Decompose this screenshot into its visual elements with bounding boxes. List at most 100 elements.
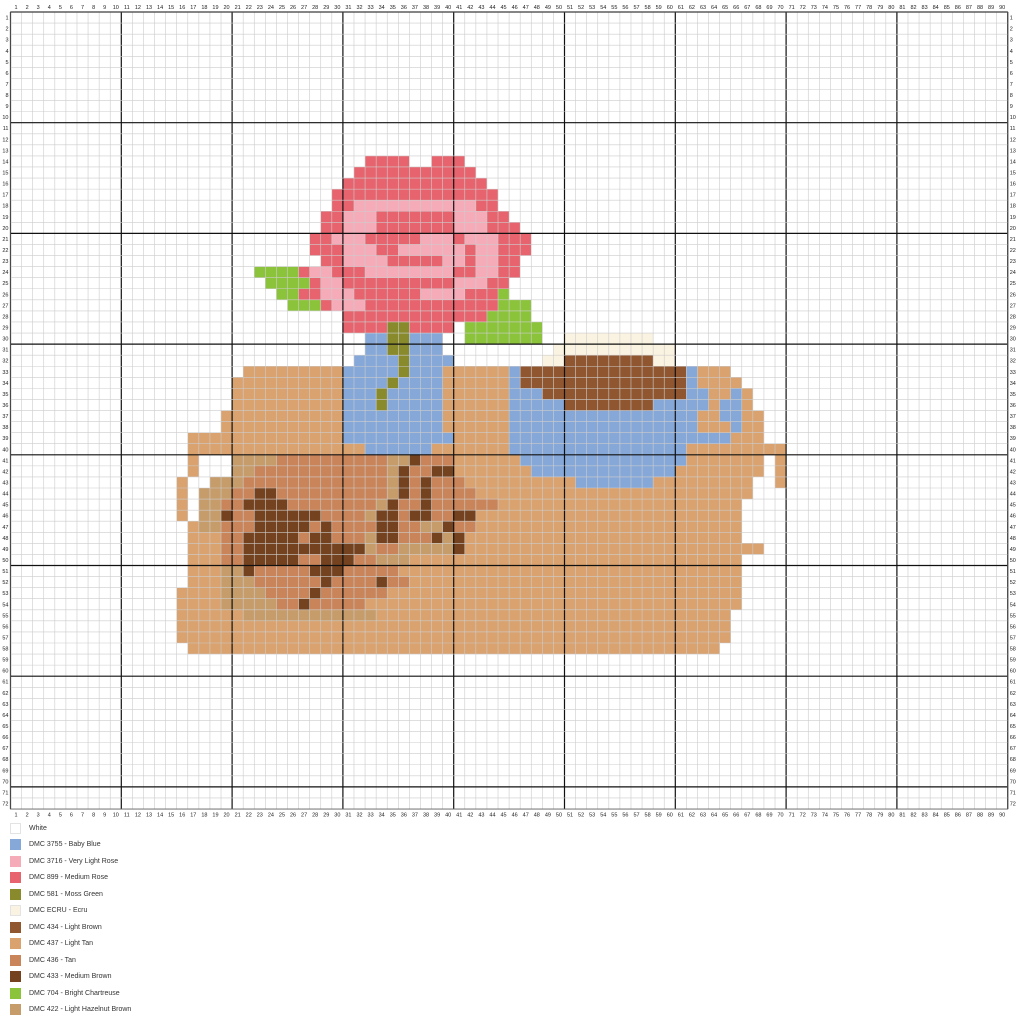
stitch-cell xyxy=(420,366,432,378)
stitch-cell xyxy=(619,609,631,621)
stitch-cell xyxy=(398,310,410,322)
stitch-cell xyxy=(409,620,421,632)
stitch-cell xyxy=(398,488,410,500)
column-number-label: 18 xyxy=(201,5,207,11)
stitch-cell xyxy=(320,366,332,378)
stitch-cell xyxy=(365,631,377,643)
stitch-cell xyxy=(531,631,543,643)
stitch-cell xyxy=(664,576,676,588)
row-number-label: 41 xyxy=(2,458,8,464)
stitch-cell xyxy=(353,510,366,522)
column-number-label: 47 xyxy=(523,5,529,11)
legend-label: DMC 436 - Tan xyxy=(29,956,76,964)
legend-label: DMC 422 - Light Hazelnut Brown xyxy=(29,1006,132,1014)
stitch-cell xyxy=(509,222,521,234)
stitch-cell xyxy=(420,465,432,477)
stitch-cell xyxy=(243,454,255,466)
stitch-cell xyxy=(730,576,742,588)
stitch-cell xyxy=(409,454,421,466)
stitch-cell xyxy=(498,631,510,643)
stitch-cell xyxy=(553,399,565,411)
column-number-label: 35 xyxy=(390,5,396,11)
stitch-cell xyxy=(353,642,366,655)
stitch-cell xyxy=(387,233,399,245)
stitch-cell xyxy=(398,255,410,267)
row-number-label: 43 xyxy=(1010,480,1016,486)
column-number-label: 54 xyxy=(600,5,606,11)
stitch-cell xyxy=(608,631,620,643)
stitch-cell xyxy=(265,488,277,500)
stitch-cell xyxy=(642,521,654,533)
stitch-cell xyxy=(353,598,366,610)
stitch-cell xyxy=(686,388,698,400)
row-number-label: 22 xyxy=(2,248,8,254)
stitch-cell xyxy=(254,642,266,655)
stitch-cell xyxy=(630,631,643,643)
stitch-cell xyxy=(398,631,410,643)
stitch-cell xyxy=(531,620,543,632)
stitch-cell xyxy=(276,565,288,577)
stitch-cell xyxy=(353,532,366,544)
stitch-cell xyxy=(619,620,631,632)
stitch-cell xyxy=(642,333,654,345)
row-number-label: 40 xyxy=(1010,447,1016,453)
stitch-cell xyxy=(243,388,255,400)
stitch-cell xyxy=(475,554,487,566)
stitch-cell xyxy=(586,499,598,511)
stitch-cell xyxy=(320,521,332,533)
column-number-label: 26 xyxy=(290,813,296,819)
stitch-cell xyxy=(331,454,343,466)
stitch-cell xyxy=(187,554,199,566)
stitch-cell xyxy=(664,598,676,610)
row-number-label: 15 xyxy=(2,171,8,177)
stitch-cell xyxy=(309,532,321,544)
stitch-cell xyxy=(675,543,687,555)
stitch-cell xyxy=(708,366,720,378)
row-number-label: 11 xyxy=(1010,126,1016,132)
stitch-cell xyxy=(232,565,244,577)
stitch-cell xyxy=(254,565,266,577)
stitch-cell xyxy=(320,499,332,511)
stitch-cell xyxy=(265,410,277,422)
column-number-label: 46 xyxy=(512,813,518,819)
stitch-cell xyxy=(542,587,554,599)
stitch-cell xyxy=(243,399,255,411)
stitch-cell xyxy=(287,587,299,599)
stitch-cell xyxy=(586,377,598,389)
stitch-cell xyxy=(708,532,720,544)
stitch-cell xyxy=(409,266,421,278)
stitch-cell xyxy=(542,388,554,400)
stitch-cell xyxy=(553,432,565,444)
row-number-label: 58 xyxy=(2,647,8,653)
stitch-cell xyxy=(398,299,410,311)
column-number-label: 9 xyxy=(103,5,106,11)
stitch-cell xyxy=(697,631,709,643)
stitch-cell xyxy=(243,598,255,610)
stitch-cell xyxy=(653,488,665,500)
stitch-cell xyxy=(741,410,753,422)
legend-item: DMC 437 - Light Tan xyxy=(10,936,131,953)
column-number-label: 33 xyxy=(368,5,374,11)
row-number-label: 68 xyxy=(2,757,8,763)
stitch-cell xyxy=(653,443,665,455)
stitch-cell xyxy=(575,543,587,555)
stitch-cell xyxy=(542,598,554,610)
column-number-label: 73 xyxy=(811,5,817,11)
stitch-cell xyxy=(597,333,609,345)
stitch-cell xyxy=(719,421,731,433)
row-number-label: 68 xyxy=(1010,757,1016,763)
column-number-label: 71 xyxy=(789,813,795,819)
stitch-cell xyxy=(564,642,576,655)
stitch-cell xyxy=(464,366,476,378)
stitch-cell xyxy=(365,532,377,544)
stitch-cell xyxy=(630,598,643,610)
stitch-cell xyxy=(597,476,609,489)
column-number-label: 14 xyxy=(157,5,163,11)
stitch-cell xyxy=(475,642,487,655)
stitch-cell xyxy=(431,410,443,422)
stitch-cell xyxy=(708,476,720,489)
stitch-cell xyxy=(509,554,521,566)
stitch-cell xyxy=(331,609,343,621)
stitch-cell xyxy=(409,499,421,511)
stitch-cell xyxy=(531,321,543,334)
